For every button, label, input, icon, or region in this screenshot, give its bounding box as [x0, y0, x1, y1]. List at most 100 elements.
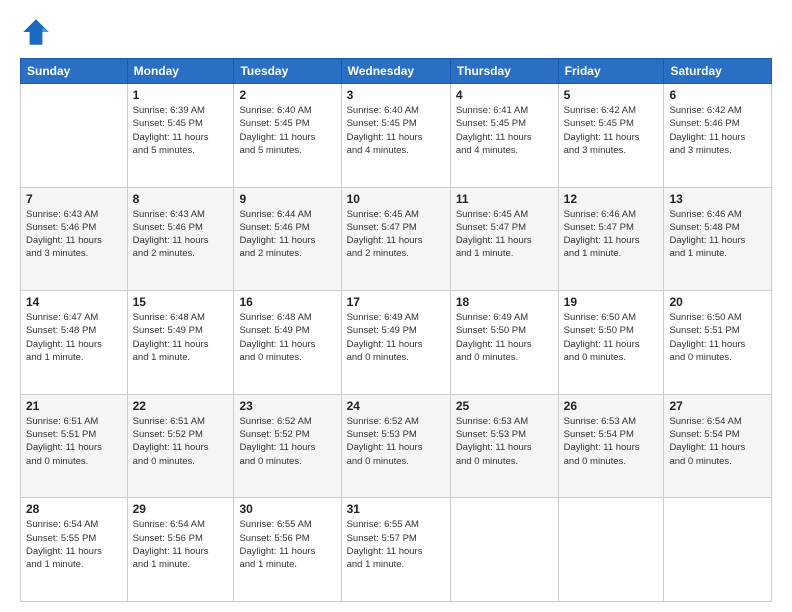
calendar-cell: 18Sunrise: 6:49 AMSunset: 5:50 PMDayligh…	[450, 291, 558, 395]
calendar-cell: 17 Sunrise: 6:49 AMSunset: 5:49 PMDayligh…	[341, 291, 450, 395]
calendar-week-3: 14 Sunrise: 6:47 AMSunset: 5:48 PMDayligh…	[21, 291, 772, 395]
day-info: Sunrise: 6:45 AMSunset: 5:47 PMDaylight:…	[456, 208, 553, 261]
day-info: Sunrise: 6:54 AMSunset: 5:55 PMDaylight:…	[26, 518, 122, 571]
calendar-cell: 27 Sunrise: 6:54 AMSunset: 5:54 PMDayligh…	[664, 394, 772, 498]
day-number: 13	[669, 192, 766, 206]
day-info: Sunrise: 6:43 AMSunset: 5:46 PMDaylight:…	[26, 208, 122, 261]
calendar-table: SundayMondayTuesdayWednesdayThursdayFrid…	[20, 58, 772, 602]
day-number: 27	[669, 399, 766, 413]
day-info: Sunrise: 6:41 AMSunset: 5:45 PMDaylight:…	[456, 104, 553, 157]
calendar-cell: 14 Sunrise: 6:47 AMSunset: 5:48 PMDayligh…	[21, 291, 128, 395]
day-info: Sunrise: 6:47 AMSunset: 5:48 PMDaylight:…	[26, 311, 122, 364]
day-number: 17	[347, 295, 445, 309]
calendar-cell: 1 Sunrise: 6:39 AMSunset: 5:45 PMDaylight…	[127, 84, 234, 188]
calendar-header-saturday: Saturday	[664, 59, 772, 84]
day-info: Sunrise: 6:55 AMSunset: 5:57 PMDaylight:…	[347, 518, 445, 571]
day-info: Sunrise: 6:49 AMSunset: 5:49 PMDaylight:…	[347, 311, 445, 364]
day-number: 24	[347, 399, 445, 413]
header	[20, 16, 772, 48]
day-info: Sunrise: 6:48 AMSunset: 5:49 PMDaylight:…	[239, 311, 335, 364]
day-number: 22	[133, 399, 229, 413]
day-info: Sunrise: 6:45 AMSunset: 5:47 PMDaylight:…	[347, 208, 445, 261]
day-number: 29	[133, 502, 229, 516]
calendar-cell: 31 Sunrise: 6:55 AMSunset: 5:57 PMDayligh…	[341, 498, 450, 602]
day-number: 14	[26, 295, 122, 309]
calendar-cell: 19 Sunrise: 6:50 AMSunset: 5:50 PMDayligh…	[558, 291, 664, 395]
day-info: Sunrise: 6:39 AMSunset: 5:45 PMDaylight:…	[133, 104, 229, 157]
calendar-header-sunday: Sunday	[21, 59, 128, 84]
page: SundayMondayTuesdayWednesdayThursdayFrid…	[0, 0, 792, 612]
calendar-cell	[558, 498, 664, 602]
day-info: Sunrise: 6:46 AMSunset: 5:47 PMDaylight:…	[564, 208, 659, 261]
calendar-cell: 21 Sunrise: 6:51 AMSunset: 5:51 PMDayligh…	[21, 394, 128, 498]
day-info: Sunrise: 6:42 AMSunset: 5:46 PMDaylight:…	[669, 104, 766, 157]
day-info: Sunrise: 6:52 AMSunset: 5:52 PMDaylight:…	[239, 415, 335, 468]
day-number: 19	[564, 295, 659, 309]
calendar-cell: 15 Sunrise: 6:48 AMSunset: 5:49 PMDayligh…	[127, 291, 234, 395]
calendar-week-4: 21 Sunrise: 6:51 AMSunset: 5:51 PMDayligh…	[21, 394, 772, 498]
day-info: Sunrise: 6:54 AMSunset: 5:54 PMDaylight:…	[669, 415, 766, 468]
day-info: Sunrise: 6:50 AMSunset: 5:51 PMDaylight:…	[669, 311, 766, 364]
calendar-header-row: SundayMondayTuesdayWednesdayThursdayFrid…	[21, 59, 772, 84]
day-number: 1	[133, 88, 229, 102]
day-number: 9	[239, 192, 335, 206]
day-info: Sunrise: 6:40 AMSunset: 5:45 PMDaylight:…	[347, 104, 445, 157]
calendar-cell: 20 Sunrise: 6:50 AMSunset: 5:51 PMDayligh…	[664, 291, 772, 395]
day-number: 18	[456, 295, 553, 309]
day-info: Sunrise: 6:53 AMSunset: 5:54 PMDaylight:…	[564, 415, 659, 468]
day-info: Sunrise: 6:46 AMSunset: 5:48 PMDaylight:…	[669, 208, 766, 261]
day-number: 11	[456, 192, 553, 206]
calendar-cell: 2Sunrise: 6:40 AMSunset: 5:45 PMDaylight…	[234, 84, 341, 188]
calendar-week-2: 7 Sunrise: 6:43 AMSunset: 5:46 PMDaylight…	[21, 187, 772, 291]
calendar-cell: 25 Sunrise: 6:53 AMSunset: 5:53 PMDayligh…	[450, 394, 558, 498]
day-number: 8	[133, 192, 229, 206]
calendar-cell: 24Sunrise: 6:52 AMSunset: 5:53 PMDayligh…	[341, 394, 450, 498]
day-info: Sunrise: 6:50 AMSunset: 5:50 PMDaylight:…	[564, 311, 659, 364]
calendar-cell	[450, 498, 558, 602]
day-number: 6	[669, 88, 766, 102]
calendar-header-thursday: Thursday	[450, 59, 558, 84]
calendar-cell: 5 Sunrise: 6:42 AMSunset: 5:45 PMDaylight…	[558, 84, 664, 188]
day-info: Sunrise: 6:53 AMSunset: 5:53 PMDaylight:…	[456, 415, 553, 468]
calendar-cell: 3 Sunrise: 6:40 AMSunset: 5:45 PMDaylight…	[341, 84, 450, 188]
calendar-cell: 9 Sunrise: 6:44 AMSunset: 5:46 PMDaylight…	[234, 187, 341, 291]
calendar-cell: 6 Sunrise: 6:42 AMSunset: 5:46 PMDaylight…	[664, 84, 772, 188]
day-info: Sunrise: 6:43 AMSunset: 5:46 PMDaylight:…	[133, 208, 229, 261]
day-number: 4	[456, 88, 553, 102]
calendar-header-wednesday: Wednesday	[341, 59, 450, 84]
day-number: 28	[26, 502, 122, 516]
day-info: Sunrise: 6:48 AMSunset: 5:49 PMDaylight:…	[133, 311, 229, 364]
calendar-cell: 8 Sunrise: 6:43 AMSunset: 5:46 PMDaylight…	[127, 187, 234, 291]
calendar-cell: 22 Sunrise: 6:51 AMSunset: 5:52 PMDayligh…	[127, 394, 234, 498]
calendar-cell: 30 Sunrise: 6:55 AMSunset: 5:56 PMDayligh…	[234, 498, 341, 602]
day-info: Sunrise: 6:44 AMSunset: 5:46 PMDaylight:…	[239, 208, 335, 261]
day-info: Sunrise: 6:51 AMSunset: 5:52 PMDaylight:…	[133, 415, 229, 468]
day-number: 5	[564, 88, 659, 102]
calendar-cell: 10Sunrise: 6:45 AMSunset: 5:47 PMDayligh…	[341, 187, 450, 291]
day-info: Sunrise: 6:42 AMSunset: 5:45 PMDaylight:…	[564, 104, 659, 157]
day-number: 21	[26, 399, 122, 413]
day-info: Sunrise: 6:51 AMSunset: 5:51 PMDaylight:…	[26, 415, 122, 468]
calendar-header-monday: Monday	[127, 59, 234, 84]
day-info: Sunrise: 6:54 AMSunset: 5:56 PMDaylight:…	[133, 518, 229, 571]
calendar-cell: 23 Sunrise: 6:52 AMSunset: 5:52 PMDayligh…	[234, 394, 341, 498]
day-info: Sunrise: 6:55 AMSunset: 5:56 PMDaylight:…	[239, 518, 335, 571]
calendar-week-1: 1 Sunrise: 6:39 AMSunset: 5:45 PMDaylight…	[21, 84, 772, 188]
day-number: 25	[456, 399, 553, 413]
day-number: 31	[347, 502, 445, 516]
day-number: 20	[669, 295, 766, 309]
day-number: 16	[239, 295, 335, 309]
day-number: 15	[133, 295, 229, 309]
logo-icon	[20, 16, 52, 48]
day-number: 7	[26, 192, 122, 206]
calendar-cell: 12Sunrise: 6:46 AMSunset: 5:47 PMDayligh…	[558, 187, 664, 291]
day-number: 2	[239, 88, 335, 102]
calendar-cell	[664, 498, 772, 602]
calendar-cell: 7 Sunrise: 6:43 AMSunset: 5:46 PMDaylight…	[21, 187, 128, 291]
calendar-header-friday: Friday	[558, 59, 664, 84]
day-number: 23	[239, 399, 335, 413]
day-number: 30	[239, 502, 335, 516]
day-number: 3	[347, 88, 445, 102]
day-number: 26	[564, 399, 659, 413]
calendar-cell: 16 Sunrise: 6:48 AMSunset: 5:49 PMDayligh…	[234, 291, 341, 395]
